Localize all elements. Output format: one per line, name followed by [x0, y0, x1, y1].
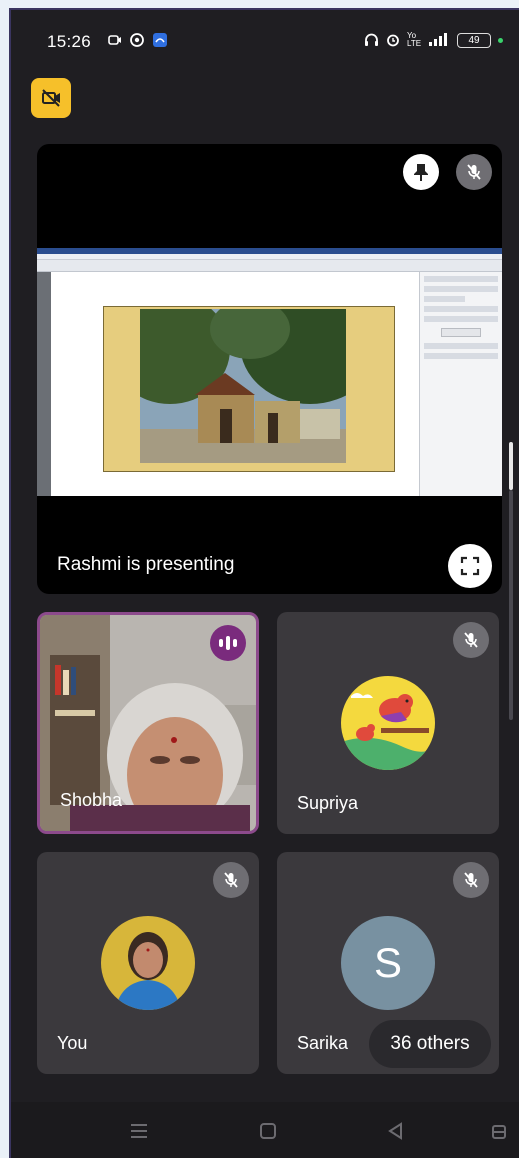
mic-off-icon	[464, 872, 478, 888]
shared-screen	[37, 248, 502, 496]
muted-indicator	[213, 862, 249, 898]
video-off-icon	[42, 89, 60, 107]
status-bar: 15:26 Yo LTE 49	[11, 10, 519, 64]
scroll-track	[509, 490, 513, 720]
status-system-icons: Yo LTE 49	[364, 32, 503, 48]
others-participants-button[interactable]: 36 others	[369, 1020, 491, 1068]
mic-off-icon	[224, 872, 238, 888]
battery-level: 49	[468, 34, 480, 46]
pin-icon	[414, 164, 428, 181]
system-navigation-bar	[11, 1102, 519, 1158]
menu-icon[interactable]	[129, 1122, 149, 1140]
scrollbar-thumb[interactable]	[509, 442, 513, 490]
birds-avatar-image	[341, 676, 435, 770]
shared-window-toolbar	[37, 260, 502, 272]
camera-off-indicator[interactable]	[31, 78, 71, 118]
participant-tile-you[interactable]: You	[37, 852, 259, 1074]
pin-button[interactable]	[403, 154, 439, 190]
rotate-icon[interactable]	[489, 1122, 509, 1142]
whatsapp-icon	[130, 33, 144, 47]
app-notification-icon	[153, 33, 167, 47]
slide-photo	[140, 309, 346, 463]
presentation-tile[interactable]: Rashmi is presenting	[37, 144, 502, 594]
presenter-mute-indicator[interactable]	[456, 154, 492, 190]
presenting-label: Rashmi is presenting	[57, 554, 235, 575]
shared-window-left-panel	[37, 272, 51, 496]
signal-icon	[429, 33, 447, 46]
user-photo-avatar	[101, 916, 195, 1010]
avatar	[101, 916, 195, 1010]
speaking-indicator	[210, 625, 246, 661]
shared-window-body	[37, 272, 502, 496]
muted-indicator	[453, 862, 489, 898]
status-notification-icons	[108, 32, 168, 48]
headphones-icon	[365, 33, 378, 46]
participant-name: Shobha	[60, 790, 123, 810]
back-icon[interactable]	[387, 1122, 405, 1140]
muted-indicator	[453, 622, 489, 658]
participant-name: You	[57, 1033, 88, 1053]
fullscreen-icon	[460, 556, 480, 576]
slide-frame	[103, 306, 395, 472]
building-photo-image	[140, 309, 346, 463]
avatar: S	[341, 916, 435, 1010]
mic-off-icon	[467, 164, 481, 180]
avatar	[341, 676, 435, 770]
network-label: Yo LTE	[407, 31, 422, 48]
audio-level-icon	[219, 639, 223, 647]
participant-tile-shobha[interactable]: Shobha	[37, 612, 259, 834]
screen-record-icon	[108, 35, 121, 45]
alarm-icon	[387, 34, 399, 47]
participant-name: Sarika	[297, 1033, 349, 1053]
home-icon[interactable]	[259, 1122, 277, 1140]
participant-name: Supriya	[297, 793, 359, 813]
shared-document-page	[51, 272, 419, 496]
participant-tile-supriya[interactable]: Supriya	[277, 612, 499, 834]
fullscreen-button[interactable]	[448, 544, 492, 588]
battery-indicator: 49	[457, 32, 491, 48]
shared-window-right-pane	[419, 272, 502, 496]
mic-off-icon	[464, 632, 478, 648]
phone-screen: 15:26 Yo LTE 49 Rashmi is presenting Sho…	[9, 8, 519, 1158]
status-time: 15:26	[47, 32, 92, 51]
screenshot-frame: 15:26 Yo LTE 49 Rashmi is presenting Sho…	[0, 0, 519, 1158]
avatar-letter: S	[373, 939, 402, 986]
privacy-indicator-dot	[498, 37, 503, 43]
